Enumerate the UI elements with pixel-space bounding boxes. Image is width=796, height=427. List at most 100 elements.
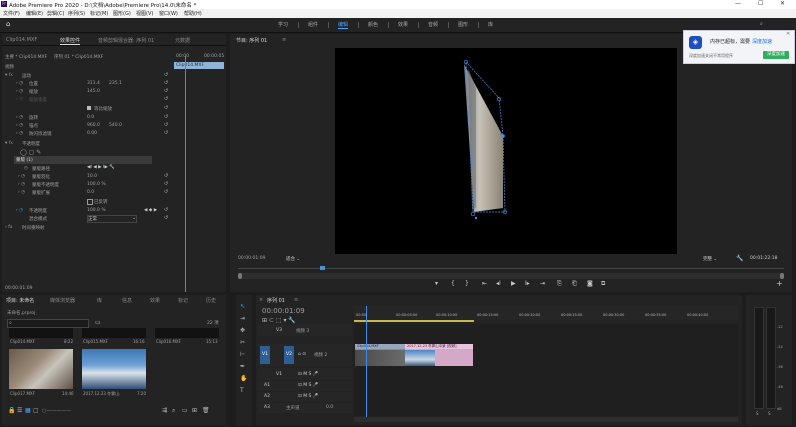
reset-icon[interactable]: ↺ [164, 173, 168, 179]
add-marker-icon[interactable]: ▾ [435, 280, 438, 287]
add-button-icon[interactable]: + [776, 279, 783, 288]
program-timecode[interactable]: 00:00:01:09 [238, 256, 265, 261]
uniform-scale-checkbox[interactable] [87, 106, 91, 112]
reset-icon[interactable]: ↺ [164, 72, 168, 78]
type-tool-icon[interactable]: T [240, 387, 244, 394]
workspace-graphics[interactable]: 图形 [458, 21, 468, 28]
extract-icon[interactable]: ⎗ [572, 280, 577, 288]
mask-feather-value[interactable]: 10.0 [87, 174, 97, 179]
reset-icon[interactable]: ↺ [164, 114, 168, 120]
find-icon[interactable]: ⌕ [172, 407, 175, 415]
tab-sequence[interactable]: 序列 01 [267, 297, 285, 304]
slip-tool-icon[interactable]: ⊢ [240, 351, 245, 358]
fit-select[interactable]: 适合 ⌄ [286, 256, 300, 262]
lift-icon[interactable]: ⎘ [557, 280, 562, 288]
menu-edit[interactable]: 编辑(E) [26, 10, 43, 17]
search-input[interactable]: ⌕ [7, 319, 89, 328]
position-x[interactable]: 311.4 [87, 81, 100, 86]
solo-left-button[interactable]: S [756, 411, 759, 416]
zoom-slider[interactable]: ○————— [42, 408, 71, 414]
stopwatch-icon[interactable]: › ◷ [18, 182, 25, 187]
workspace-editing[interactable]: 编辑 [338, 21, 349, 29]
workspace-color[interactable]: 颜色 [368, 21, 378, 28]
timeline-close-icon[interactable]: × [259, 297, 263, 303]
stopwatch-icon[interactable]: › ◷ [16, 208, 23, 213]
minimize-button[interactable]: — [735, 0, 741, 7]
tab-info[interactable]: 信息 [122, 297, 132, 304]
workspace-learn[interactable]: 学习 [278, 21, 288, 28]
track-a1-controls[interactable]: ⊡ M S 🎤 [298, 372, 318, 377]
position-y[interactable]: 235.1 [109, 81, 122, 86]
anchor-x[interactable]: 960.0 [87, 123, 100, 128]
stopwatch-icon[interactable]: › ◷ [16, 115, 23, 120]
program-video-frame[interactable] [335, 48, 677, 254]
program-playhead[interactable] [319, 266, 325, 270]
mask-expansion-value[interactable]: 0.0 [87, 190, 94, 195]
timeline-tool-icons[interactable]: ⊞ ⊂ ⬚ ▾ 🔧 [262, 317, 296, 324]
clip-2017[interactable]: 2017.12.23 冬雾山中景 [视频] [405, 344, 473, 366]
source-clip-label[interactable]: 主要 * Clip014.MXF [5, 54, 47, 60]
work-area-bar[interactable] [354, 320, 474, 322]
mask-vertex[interactable] [501, 134, 505, 138]
timeline-scrollbar[interactable] [354, 417, 738, 422]
quality-select[interactable]: 完整 ⌄ [703, 256, 717, 262]
notification-close-icon[interactable]: ✕ [786, 31, 790, 37]
menu-window[interactable]: 窗口(W) [159, 10, 178, 17]
reset-icon[interactable]: ↺ [164, 105, 168, 111]
thumbnail-clip017[interactable] [9, 349, 73, 389]
mask-vertex[interactable] [470, 211, 476, 217]
menu-file[interactable]: 文件(F) [3, 10, 20, 17]
reset-icon[interactable]: ↺ [164, 122, 168, 128]
camera-icon[interactable]: ◙ [587, 280, 593, 287]
inverted-checkbox[interactable] [87, 199, 93, 206]
list-view-icon[interactable]: ☰ [17, 407, 22, 414]
step-forward-icon[interactable]: I▸ [525, 280, 530, 287]
delete-icon[interactable]: 🗑 [202, 407, 210, 414]
mask-track-controls[interactable]: ◀I ◀ ▶ I▶ 🔧 [87, 165, 115, 170]
stopwatch-icon[interactable]: › ◷ [18, 190, 25, 195]
scale-value[interactable]: 145.0 [87, 89, 100, 94]
accelerate-button[interactable]: 深度加速 [763, 51, 789, 59]
workspace-audio[interactable]: 音频 [428, 21, 438, 28]
reset-icon[interactable]: ↺ [164, 88, 168, 94]
tab-project[interactable]: 项目: 未命名 [6, 297, 34, 304]
menu-view[interactable]: 视图(V) [136, 10, 153, 17]
menu-graphics[interactable]: 图形(G) [113, 10, 131, 17]
timeline-playhead[interactable] [365, 306, 367, 420]
track-a3-controls[interactable]: ⊡ M S 🎤 [298, 394, 318, 399]
panel-menu-icon[interactable]: ≡ [294, 297, 298, 303]
stopwatch-icon[interactable]: › ◷ [18, 174, 25, 179]
panel-menu-icon[interactable]: ≡ [282, 37, 286, 43]
menu-marker[interactable]: 标记(M) [90, 10, 108, 17]
ripple-edit-tool-icon[interactable]: ✥ [240, 327, 245, 334]
freeform-view-icon[interactable]: ▢ [33, 407, 39, 414]
pen-tool-icon[interactable]: ✒ [240, 363, 245, 370]
wrench-icon[interactable]: 🔧 [736, 255, 743, 262]
folder-icon[interactable]: ▭ [95, 319, 101, 326]
clip-clip014[interactable]: Clip014.MXF [355, 344, 405, 366]
lock-icon[interactable]: 🔒 [8, 407, 15, 414]
timeline-timecode[interactable]: 00:00:01:09 [262, 307, 305, 315]
opacity-value[interactable]: 100.0 % [87, 208, 106, 213]
tab-effects[interactable]: 效果 [150, 297, 160, 304]
blend-select[interactable]: 正常 ⌄ [87, 215, 137, 223]
mark-in-icon[interactable]: { [451, 280, 455, 287]
stopwatch-icon[interactable]: › ◷ [16, 89, 23, 94]
reset-icon[interactable]: ↺ [164, 96, 168, 102]
reset-icon[interactable]: ↺ [164, 181, 168, 187]
stopwatch-icon[interactable]: › ◷ [16, 81, 23, 86]
ec-current-time[interactable]: 00:00:01:09 [5, 286, 32, 291]
go-to-in-icon[interactable]: ⇤ [482, 280, 487, 287]
track-area[interactable] [354, 324, 738, 416]
mask-opacity-value[interactable]: 100.0 % [87, 182, 106, 187]
sequence-clip-label[interactable]: 序列 01 * Clip014.MXF [54, 54, 103, 60]
anchor-y[interactable]: 540.0 [109, 123, 122, 128]
mask-shape-icons[interactable]: ◯ ▢ ✎ [20, 149, 41, 156]
track-v2-controls[interactable]: ⌂ ⊙ [298, 352, 306, 357]
tab-program[interactable]: 节目: 序列 01 [236, 37, 267, 44]
thumbnail-black[interactable] [9, 328, 73, 338]
workspace-libraries[interactable]: 库 [488, 21, 493, 28]
reset-icon[interactable]: ↺ [164, 189, 168, 195]
keyframe-nav-icons[interactable]: ◀ ◆ ▶ [144, 208, 157, 213]
track-a3-label[interactable]: A3 [264, 405, 270, 410]
